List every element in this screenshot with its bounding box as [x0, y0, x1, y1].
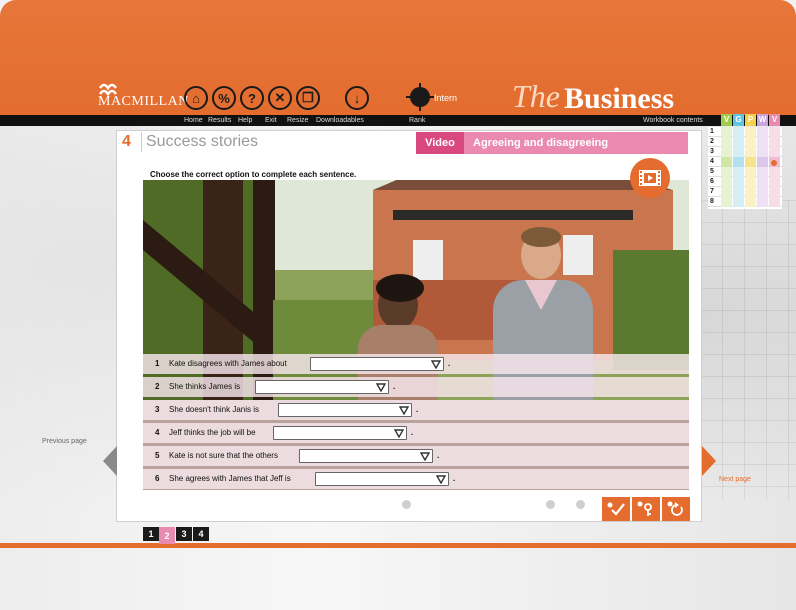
workbook-grid: 1 2 3 4 5 6 7 8 [708, 127, 782, 209]
play-video-button[interactable] [630, 158, 670, 198]
chevron-down-icon [394, 429, 404, 438]
reset-button[interactable] [662, 497, 690, 521]
answer-dropdown[interactable] [315, 472, 449, 486]
question-row: 4 Jeff thinks the job will be . [143, 423, 689, 443]
page-tab-3[interactable]: 3 [176, 527, 192, 541]
help-icon[interactable]: ? [240, 86, 264, 110]
question-row: 3 She doesn't think Janis is . [143, 400, 689, 420]
answer-dropdown[interactable] [278, 403, 412, 417]
intern-label: Intern [434, 93, 458, 103]
film-icon [639, 170, 661, 186]
workbook-contents-link[interactable]: Workbook contents [643, 115, 703, 126]
check-icon [607, 502, 625, 516]
video-still-image [143, 180, 689, 490]
exit-icon[interactable]: ✕ [268, 86, 292, 110]
workbook-col-grammar[interactable]: G [733, 114, 744, 126]
workbook-row[interactable]: 2 [708, 137, 782, 147]
unit-title: Success stories [146, 133, 259, 150]
check-answers-button[interactable] [602, 497, 630, 521]
rank-link[interactable]: Rank [409, 115, 425, 126]
results-link[interactable]: Results [208, 115, 231, 126]
home-link[interactable]: Home [184, 115, 203, 126]
home-icon[interactable]: ⌂ [184, 86, 208, 110]
workbook-col-vocabulary[interactable]: V [721, 114, 732, 126]
pager-dot[interactable] [546, 500, 555, 509]
workbook-col-writing[interactable]: W [757, 114, 768, 126]
answer-dropdown[interactable] [310, 357, 444, 371]
unit-number: 4 [122, 133, 131, 150]
chevron-down-icon [376, 383, 386, 392]
page-tab-2-active[interactable]: 2 [159, 527, 175, 544]
chevron-down-icon [399, 406, 409, 415]
question-row: 5 Kate is not sure that the others . [143, 446, 689, 466]
resize-icon[interactable]: ❐ [296, 86, 320, 110]
brand-title-main: Business [564, 82, 675, 115]
next-page-arrow-icon[interactable] [702, 446, 716, 476]
reset-icon [667, 501, 683, 516]
question-row: 2 She thinks James is . [143, 377, 689, 397]
downloadables-link[interactable]: Downloadables [316, 115, 364, 126]
activity-topic: Agreeing and disagreeing [464, 132, 688, 154]
workbook-row[interactable]: 7 [708, 187, 782, 197]
previous-page-arrow-icon[interactable] [103, 446, 117, 476]
page-tab-4[interactable]: 4 [193, 527, 209, 541]
previous-page-link[interactable]: Previous page [42, 438, 87, 445]
page-tab-1[interactable]: 1 [143, 527, 159, 541]
workbook-row[interactable]: 8 [708, 197, 782, 207]
chevron-down-icon [431, 360, 441, 369]
answer-dropdown[interactable] [255, 380, 389, 394]
show-answers-button[interactable] [632, 497, 660, 521]
help-link[interactable]: Help [238, 115, 252, 126]
intern-rank-icon[interactable] [406, 83, 434, 111]
chevron-down-icon [420, 452, 430, 461]
workbook-col-pronunciation[interactable]: P [745, 114, 756, 126]
answer-dropdown[interactable] [273, 426, 407, 440]
workbook-row[interactable]: 3 [708, 147, 782, 157]
question-row: 1 Kate disagrees with James about . [143, 354, 689, 374]
key-icon [637, 501, 652, 516]
bottom-band [0, 543, 796, 548]
exit-link[interactable]: Exit [265, 115, 277, 126]
workbook-row[interactable]: 5 [708, 167, 782, 177]
next-page-link[interactable]: Next page [719, 476, 751, 483]
answer-dropdown[interactable] [299, 449, 433, 463]
toolbar: Home Results Help Exit Resize Downloadab… [0, 115, 796, 126]
downloadables-icon[interactable]: ↓ [345, 86, 369, 110]
workbook-col-video[interactable]: V [769, 114, 780, 126]
tab-video[interactable]: Video [416, 132, 464, 154]
title-divider [141, 132, 142, 152]
question-row: 6 She agrees with James that Jeff is . [143, 469, 689, 489]
pager-dot[interactable] [576, 500, 585, 509]
pager-dot[interactable] [402, 500, 411, 509]
brand-title-prefix: The [512, 78, 560, 114]
workbook-row[interactable]: 6 [708, 177, 782, 187]
publisher-logo-text: MACMILLAN [98, 94, 189, 109]
workbook-row[interactable]: 1 [708, 127, 782, 137]
chevron-down-icon [436, 475, 446, 484]
resize-link[interactable]: Resize [287, 115, 308, 126]
current-position-marker [771, 160, 777, 166]
results-icon[interactable]: % [212, 86, 236, 110]
instructions: Choose the correct option to complete ea… [150, 170, 357, 179]
